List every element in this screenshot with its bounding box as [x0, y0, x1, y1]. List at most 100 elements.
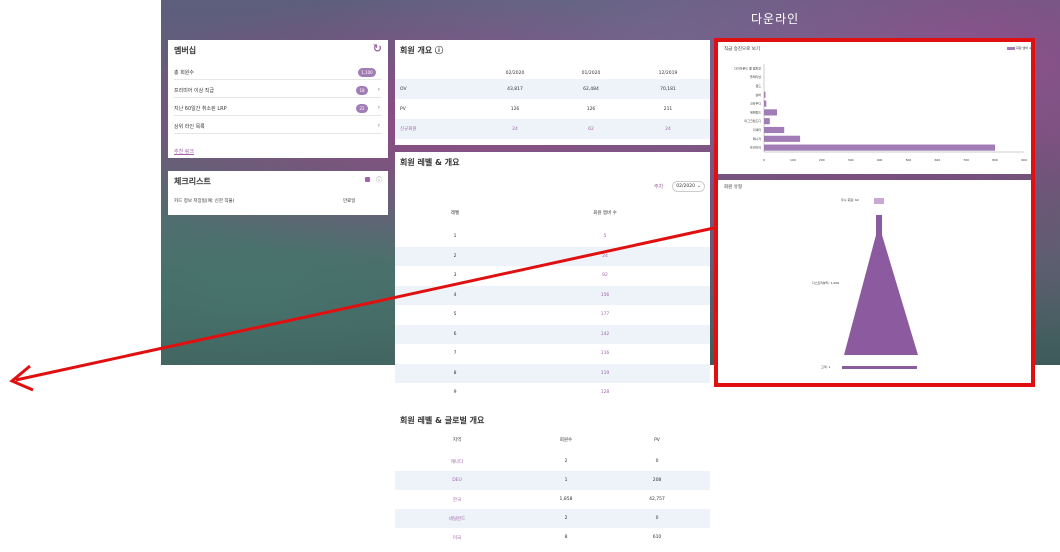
count-cell[interactable]: 116	[585, 351, 625, 356]
level-cell: 8	[453, 370, 457, 376]
bar	[764, 109, 777, 116]
week-dropdown-value: 02/2020	[676, 184, 695, 189]
count-cell[interactable]: 24	[585, 254, 625, 259]
count-cell[interactable]: 5	[585, 234, 625, 239]
y-tick-label: 디렉터	[753, 127, 762, 132]
x-tick-label: 300	[848, 158, 854, 162]
chevron-right-icon: ›	[377, 86, 380, 93]
table-row: 9 128	[395, 383, 710, 402]
table-header: 레벨 회원 멤버 수	[395, 207, 710, 219]
table-cell: 0	[655, 516, 659, 521]
table-cell: 2	[564, 516, 568, 521]
table-cell: 62	[588, 126, 594, 132]
referral-link[interactable]: 추천 링크	[174, 148, 194, 155]
checklist-item-status: 만료일	[343, 199, 356, 204]
funnel-middle	[844, 215, 918, 355]
table-row: 6 142	[395, 324, 710, 344]
column-header-level: 레벨	[450, 211, 460, 216]
x-tick-label: 600	[934, 158, 940, 162]
level-cell: 5	[453, 312, 457, 317]
membership-row-label: 상위 라인 목록	[174, 123, 205, 130]
checklist-item-label: 카드 정보 저장됨(예: 신한 직불)	[174, 199, 235, 204]
bar	[764, 135, 801, 142]
chevron-right-icon: ›	[377, 104, 380, 111]
table-row: PV 126 126 211	[395, 99, 710, 119]
refresh-icon[interactable]: ↻	[373, 42, 382, 55]
table-row: 5 177	[395, 305, 710, 324]
level-summary-card: 회원 레벨 & 개요 주차 02/2020 ⌄ 레벨 회원 멤버 수 1 5 2 24 3 9…	[395, 152, 710, 406]
membership-row-label: 총 회원수	[174, 69, 194, 76]
count-badge: 1,100	[358, 68, 376, 77]
table-row: 2 24	[395, 246, 710, 266]
count-cell[interactable]: 92	[585, 273, 625, 278]
table-cell[interactable]: 미국	[437, 535, 477, 541]
column-header: 01/2020	[581, 70, 601, 76]
x-tick-label: 500	[906, 158, 912, 162]
global-summary-title: 회원 레벨 & 글로벌 개요	[400, 416, 485, 425]
column-header: 12/2019	[658, 70, 678, 76]
membership-row[interactable]: 총 회원수 1,100	[174, 65, 382, 80]
bar	[764, 126, 785, 134]
page-title: 다운라인	[751, 12, 800, 26]
rank-chart: 다이아몬드 웰 챔피언플래티넘골드실버크라우디에메랄드마그크랜드디디렉터매니저프…	[734, 64, 1027, 162]
membership-row[interactable]: 상위 라인 목록 ›	[174, 119, 382, 134]
y-tick-label: 마그크랜드디	[744, 118, 761, 123]
table-row: 미국 8 610	[395, 528, 710, 547]
week-dropdown[interactable]: 02/2020 ⌄	[672, 181, 705, 192]
info-icon[interactable]: ⓘ	[376, 175, 382, 184]
table-cell: 208	[652, 478, 662, 483]
membership-row[interactable]: 지난 60일간 취소된 LRP 22 ›	[174, 101, 382, 116]
row-label: 신규회원	[400, 127, 417, 132]
x-tick-label: 0	[763, 158, 765, 162]
level-cell: 4	[453, 292, 457, 298]
table-cell: 42,757	[649, 497, 665, 502]
x-tick-label: 900	[1021, 158, 1027, 162]
table-row: 캐나다 2 0	[395, 452, 710, 471]
legend-label: 회원 멤버 수	[1016, 46, 1032, 50]
membership-title: 멤버십	[174, 46, 197, 55]
table-cell[interactable]: 캐나다	[437, 459, 477, 465]
funnel-chart	[842, 198, 918, 369]
y-tick-label: 크라우디	[750, 101, 761, 106]
overview-title: 회원 개요 ⓘ	[400, 46, 444, 55]
level-cell: 2	[453, 253, 457, 259]
membership-row-label: 지난 60일간 취소된 LRP	[174, 105, 227, 112]
count-badge: 18	[356, 86, 368, 95]
member-type-card: 회원 유형 우수 회원: 62 디스트리뷰터: 1,006 고객: 1	[718, 180, 1031, 382]
level-cell: 9	[453, 390, 457, 395]
table-row: 한국 1,858 42,757	[395, 490, 710, 509]
x-tick-label: 200	[819, 158, 825, 162]
level-cell: 3	[453, 273, 457, 278]
checklist-title: 체크리스트	[174, 177, 211, 186]
table-row: OV 43,817 62,484 70,181	[395, 79, 710, 99]
count-cell[interactable]: 177	[585, 312, 625, 317]
table-row: 8 119	[395, 363, 710, 383]
funnel-label-distributor: 디스트리뷰터: 1,006	[812, 281, 840, 285]
y-tick-label: 매니저	[753, 136, 762, 141]
y-tick-label: 에메랄드	[750, 109, 761, 114]
count-cell[interactable]: 128	[585, 390, 625, 395]
y-tick-label: 다이아몬드 웰 챔피언	[734, 65, 761, 70]
table-cell[interactable]: 네덜란드	[437, 516, 477, 522]
table-cell: 43,817	[507, 86, 523, 92]
x-tick-label: 400	[877, 158, 883, 162]
checklist-card: 체크리스트 ⓘ 카드 정보 저장됨(예: 신한 직불) 만료일	[168, 171, 388, 215]
level-cell: 1	[453, 234, 457, 239]
funnel-label-premium: 우수 회원: 62	[841, 198, 859, 202]
count-cell[interactable]: 119	[585, 371, 625, 376]
checklist-settings-icon[interactable]	[365, 177, 370, 182]
member-overview-card: 회원 개요 ⓘ 02/2020 01/2020 12/2019 OV 43,817 62,…	[395, 40, 710, 145]
level-cell: 7	[453, 351, 457, 356]
membership-card: 멤버십 ↻ 총 회원수 1,100 프리미어 이상 직급 18 › 지난 60일간 취소된…	[168, 40, 388, 158]
table-cell[interactable]: DEU	[437, 478, 477, 483]
bar	[764, 118, 770, 125]
membership-row[interactable]: 프리미어 이상 직급 18 ›	[174, 83, 382, 98]
table-row: DEU 1 208	[395, 471, 710, 490]
table-header: 지역 회원수 PV	[395, 434, 710, 446]
chevron-down-icon: ⌄	[696, 184, 701, 189]
count-cell[interactable]: 142	[585, 332, 625, 337]
table-header: 02/2020 01/2020 12/2019	[395, 67, 710, 79]
table-cell[interactable]: 한국	[437, 497, 477, 503]
week-label: 주차	[654, 184, 664, 190]
count-cell[interactable]: 156	[585, 293, 625, 298]
